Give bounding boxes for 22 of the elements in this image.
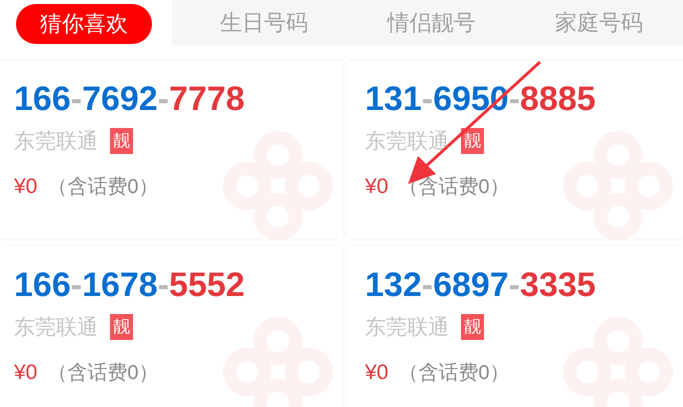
phone-number: 166-1678-5552 — [14, 265, 245, 305]
region-label: 东莞联通 — [365, 315, 449, 341]
number-card[interactable]: 166-1678-5552 东莞联通 靓 ¥0 （含话费0） — [0, 247, 343, 407]
phone-number: 166-7692-7778 — [14, 79, 245, 119]
tag: 靓 — [110, 314, 133, 340]
price-note: （含话费0） — [47, 175, 158, 200]
price: ¥0 — [14, 360, 38, 384]
region-label: 东莞联通 — [365, 129, 449, 155]
phone-number: 132-6897-3335 — [365, 265, 596, 305]
tag: 靓 — [110, 128, 133, 154]
region-label: 东莞联通 — [14, 315, 98, 341]
price: ¥0 — [365, 360, 388, 384]
price: ¥0 — [365, 174, 388, 198]
tab[interactable]: 猜你喜欢 — [16, 4, 152, 44]
number-card[interactable]: 132-6897-3335 东莞联通 靓 ¥0 （含话费0） — [347, 247, 683, 407]
price-note: （含话费0） — [398, 361, 510, 386]
region-label: 东莞联通 — [14, 129, 98, 155]
price-note: （含话费0） — [47, 361, 158, 386]
number-card[interactable]: 166-7692-7778 东莞联通 靓 ¥0 （含话费0） — [0, 61, 343, 239]
tag: 靓 — [461, 314, 484, 340]
tag: 靓 — [461, 128, 484, 154]
price: ¥0 — [14, 174, 38, 198]
